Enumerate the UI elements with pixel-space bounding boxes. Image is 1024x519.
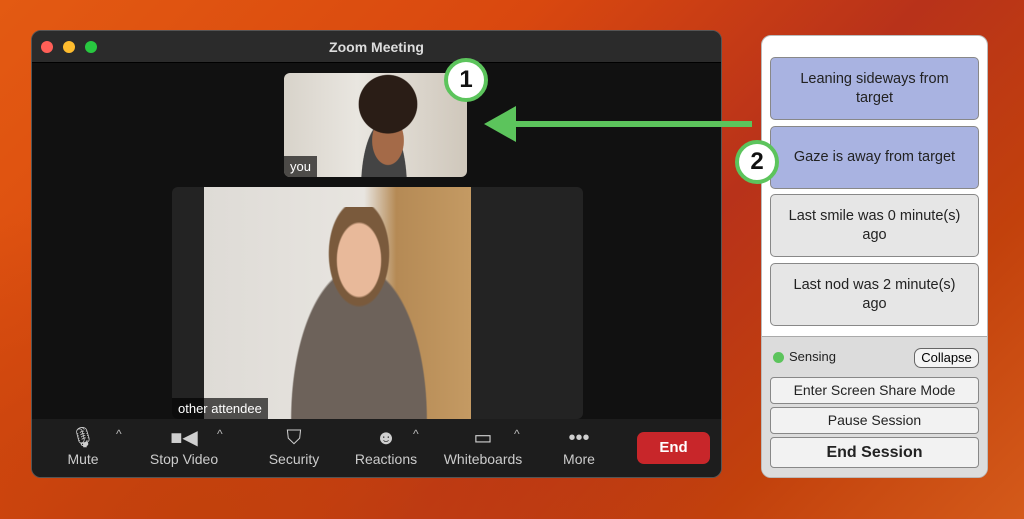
annotation-badge-2: 2 [735, 140, 779, 184]
arrow-head [484, 106, 516, 142]
annotation-arrow [484, 106, 752, 142]
annotation-badge-1: 1 [444, 58, 488, 102]
